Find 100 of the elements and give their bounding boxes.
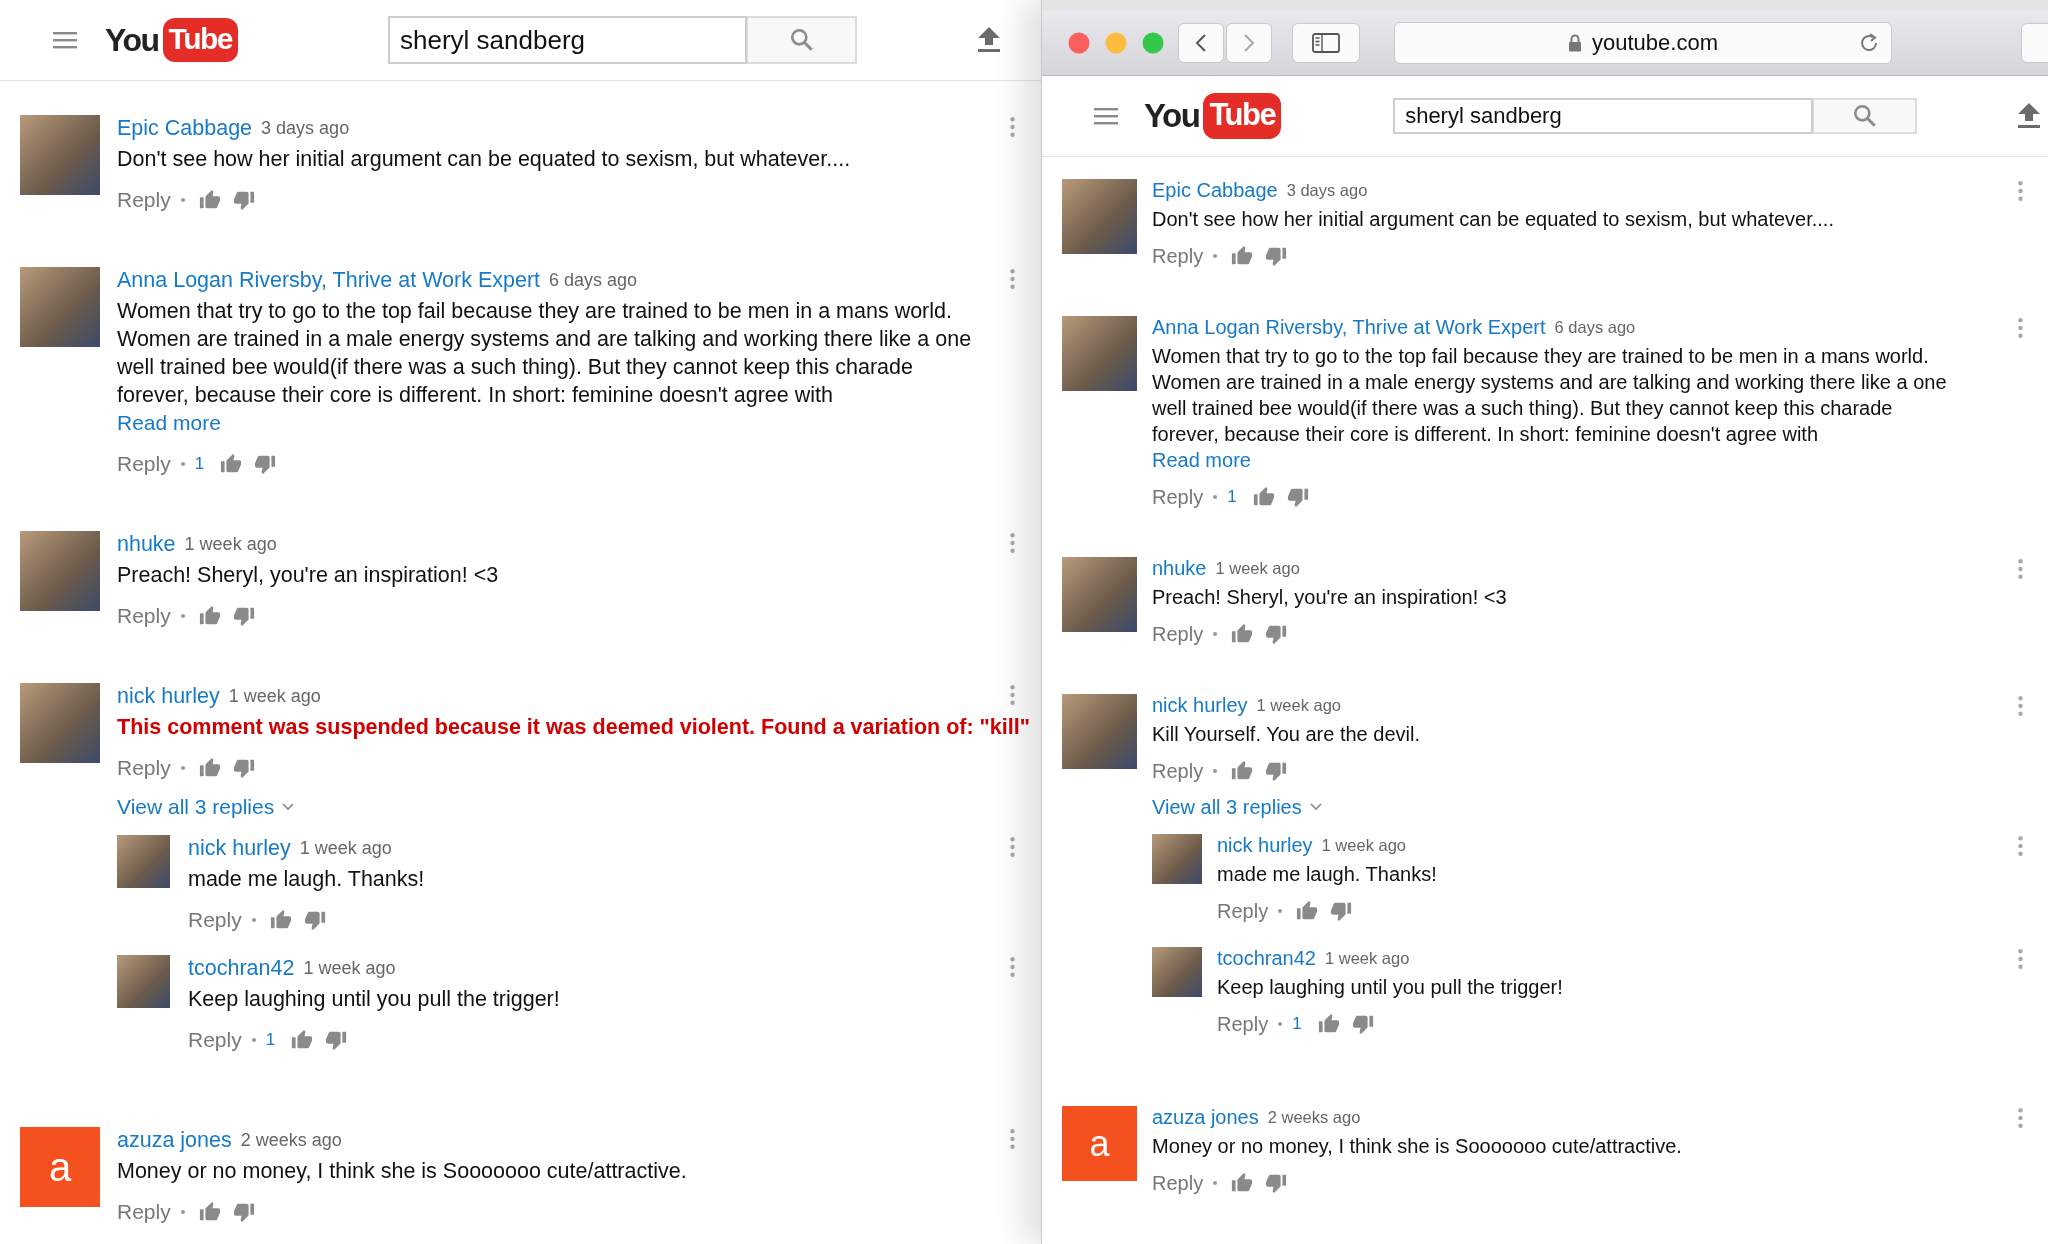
reply-link[interactable]: Reply xyxy=(188,1028,242,1052)
letter-avatar[interactable]: a xyxy=(20,1127,100,1207)
thumbs-down-icon[interactable] xyxy=(1330,900,1353,922)
reply-link[interactable]: Reply xyxy=(1217,899,1269,923)
thumbs-up-icon[interactable] xyxy=(198,757,221,779)
thumbs-down-icon[interactable] xyxy=(325,1029,348,1051)
more-options-icon[interactable] xyxy=(2018,696,2023,716)
reply-link[interactable]: Reply xyxy=(117,756,171,780)
more-options-icon[interactable] xyxy=(1010,117,1015,137)
avatar-photo-placeholder[interactable] xyxy=(1152,947,1202,997)
thumbs-up-icon[interactable] xyxy=(291,1029,314,1051)
reply-link[interactable]: Reply xyxy=(188,908,242,932)
thumbs-up-icon[interactable] xyxy=(1231,245,1254,267)
author-link[interactable]: nick hurley xyxy=(1152,694,1248,717)
avatar-photo-placeholder[interactable] xyxy=(1062,316,1137,391)
search-button[interactable] xyxy=(747,16,857,64)
more-options-icon[interactable] xyxy=(1010,837,1015,857)
author-link[interactable]: nhuke xyxy=(1152,557,1207,580)
thumbs-up-icon[interactable] xyxy=(1231,1172,1254,1194)
avatar-photo-placeholder[interactable] xyxy=(1062,557,1137,632)
search-field[interactable]: sheryl sandberg xyxy=(388,16,747,64)
thumbs-up-icon[interactable] xyxy=(220,453,243,475)
author-link[interactable]: Epic Cabbage xyxy=(117,115,253,141)
more-options-icon[interactable] xyxy=(2018,836,2023,856)
more-options-icon[interactable] xyxy=(2018,949,2023,969)
reply-link[interactable]: Reply xyxy=(1152,759,1204,783)
more-options-icon[interactable] xyxy=(1010,957,1015,977)
read-more-link[interactable]: Read more xyxy=(117,409,221,437)
view-replies-link[interactable]: View all 3 replies xyxy=(117,792,295,822)
menu-icon[interactable] xyxy=(53,31,77,49)
thumbs-up-icon[interactable] xyxy=(198,189,221,211)
thumbs-up-icon[interactable] xyxy=(1231,623,1254,645)
more-options-icon[interactable] xyxy=(2018,1108,2023,1128)
letter-avatar[interactable]: a xyxy=(1062,1106,1137,1181)
upload-icon[interactable] xyxy=(977,27,1001,53)
more-options-icon[interactable] xyxy=(1010,533,1015,553)
author-link[interactable]: nick hurley xyxy=(1217,834,1313,857)
author-link[interactable]: nhuke xyxy=(117,531,176,557)
address-bar[interactable]: youtube.com xyxy=(1394,21,1892,64)
avatar-photo-placeholder[interactable] xyxy=(20,531,100,611)
thumbs-up-icon[interactable] xyxy=(269,909,292,931)
thumbs-down-icon[interactable] xyxy=(1286,486,1309,508)
reply-link[interactable]: Reply xyxy=(1152,485,1204,509)
read-more-link[interactable]: Read more xyxy=(1152,447,1251,473)
thumbs-up-icon[interactable] xyxy=(1296,900,1319,922)
author-link[interactable]: Epic Cabbage xyxy=(1152,179,1278,202)
author-link[interactable]: Anna Logan Riversby, Thrive at Work Expert xyxy=(1152,316,1546,339)
more-options-icon[interactable] xyxy=(1010,269,1015,289)
reply-link[interactable]: Reply xyxy=(117,188,171,212)
more-options-icon[interactable] xyxy=(2018,181,2023,201)
search-button[interactable] xyxy=(1813,98,1918,134)
thumbs-up-icon[interactable] xyxy=(1252,486,1275,508)
avatar-photo-placeholder[interactable] xyxy=(20,267,100,347)
thumbs-up-icon[interactable] xyxy=(198,1201,221,1223)
avatar-photo-placeholder[interactable] xyxy=(1152,834,1202,884)
menu-icon[interactable] xyxy=(1094,107,1118,125)
thumbs-down-icon[interactable] xyxy=(1265,623,1288,645)
thumbs-down-icon[interactable] xyxy=(232,1201,255,1223)
author-link[interactable]: tcochran42 xyxy=(1217,947,1316,970)
thumbs-up-icon[interactable] xyxy=(1317,1013,1340,1035)
avatar-photo-placeholder[interactable] xyxy=(117,955,170,1008)
more-options-icon[interactable] xyxy=(1010,1129,1015,1149)
sidebar-button[interactable] xyxy=(1292,22,1360,63)
avatar-photo-placeholder[interactable] xyxy=(20,115,100,195)
more-options-icon[interactable] xyxy=(1010,685,1015,705)
author-link[interactable]: nick hurley xyxy=(117,683,220,709)
author-link[interactable]: Anna Logan Riversby, Thrive at Work Expert xyxy=(117,267,541,293)
back-button[interactable] xyxy=(1178,22,1224,63)
author-link[interactable]: nick hurley xyxy=(188,835,291,861)
reply-link[interactable]: Reply xyxy=(1152,244,1204,268)
reply-link[interactable]: Reply xyxy=(1152,622,1204,646)
avatar-photo-placeholder[interactable] xyxy=(1062,694,1137,769)
thumbs-down-icon[interactable] xyxy=(232,605,255,627)
author-link[interactable]: azuza jones xyxy=(1152,1106,1259,1129)
author-link[interactable]: azuza jones xyxy=(117,1127,232,1153)
thumbs-down-icon[interactable] xyxy=(1265,245,1288,267)
search-field[interactable]: sheryl sandberg xyxy=(1393,98,1814,134)
reply-link[interactable]: Reply xyxy=(117,1200,171,1224)
more-options-icon[interactable] xyxy=(2018,318,2023,338)
view-replies-link[interactable]: View all 3 replies xyxy=(1152,792,1322,822)
thumbs-up-icon[interactable] xyxy=(1231,760,1254,782)
author-link[interactable]: tcochran42 xyxy=(188,955,295,981)
thumbs-down-icon[interactable] xyxy=(303,909,326,931)
thumbs-down-icon[interactable] xyxy=(1265,760,1288,782)
avatar-photo-placeholder[interactable] xyxy=(20,683,100,763)
more-options-icon[interactable] xyxy=(2018,559,2023,579)
reply-link[interactable]: Reply xyxy=(1152,1171,1204,1195)
reply-link[interactable]: Reply xyxy=(117,604,171,628)
avatar-photo-placeholder[interactable] xyxy=(1062,179,1137,254)
avatar-photo-placeholder[interactable] xyxy=(117,835,170,888)
thumbs-up-icon[interactable] xyxy=(198,605,221,627)
thumbs-down-icon[interactable] xyxy=(1351,1013,1374,1035)
reply-link[interactable]: Reply xyxy=(1217,1012,1269,1036)
thumbs-down-icon[interactable] xyxy=(254,453,277,475)
thumbs-down-icon[interactable] xyxy=(232,757,255,779)
reply-link[interactable]: Reply xyxy=(117,452,171,476)
thumbs-down-icon[interactable] xyxy=(1265,1172,1288,1194)
thumbs-down-icon[interactable] xyxy=(232,189,255,211)
window-controls-icon[interactable] xyxy=(1068,31,1164,54)
upload-icon[interactable] xyxy=(2017,103,2041,129)
